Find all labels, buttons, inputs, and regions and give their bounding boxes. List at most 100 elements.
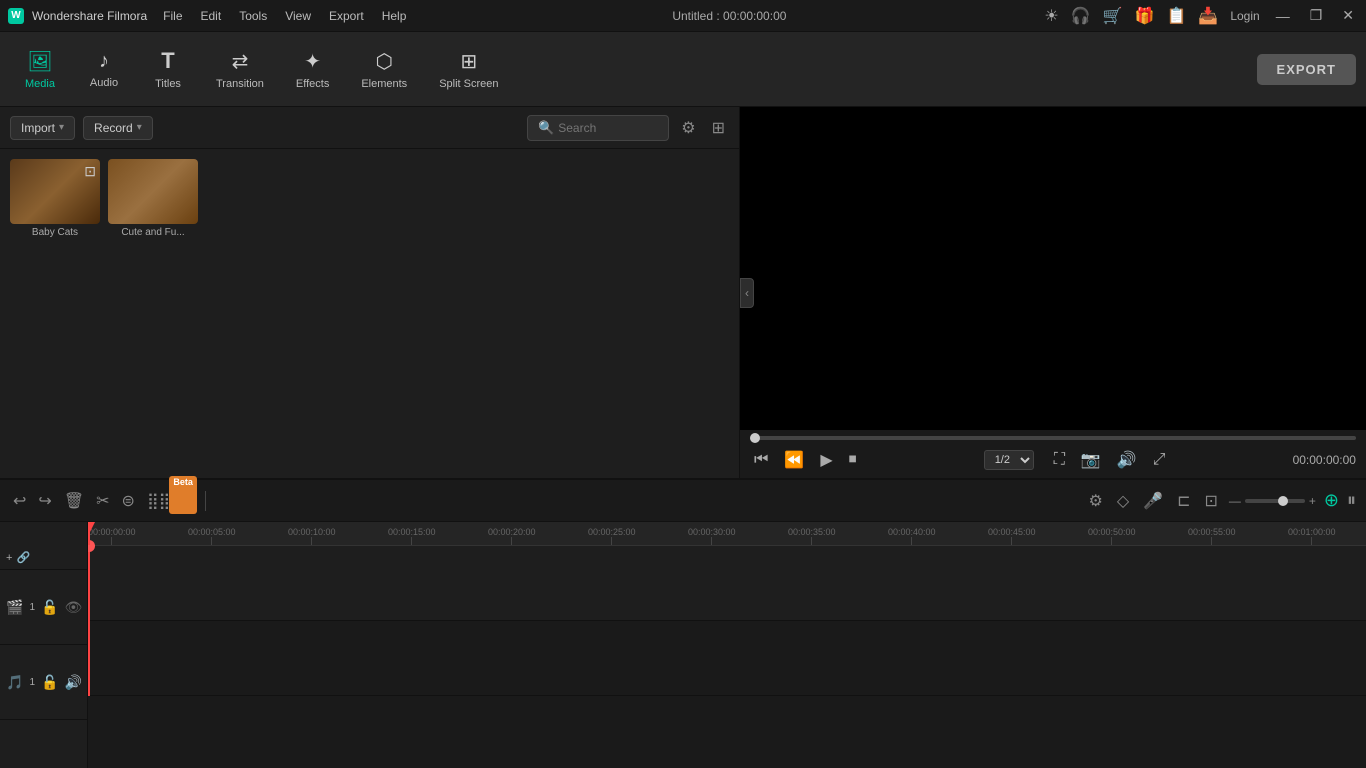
close-button[interactable]: ✕ [1338, 7, 1358, 24]
step-back-button[interactable]: ⏮ [750, 449, 772, 471]
snap-button[interactable]: ⚙ [1086, 488, 1106, 514]
pause-indicator[interactable]: ⏸ [1347, 490, 1356, 511]
menu-tools[interactable]: Tools [231, 7, 275, 25]
record-dropdown[interactable]: Record ▾ [83, 116, 153, 140]
timeline-right-tools: ⚙ ◇ 🎤 ⊏ ⊡ — + ⊕ ⏸ [1086, 488, 1357, 514]
toolbar-media[interactable]: 🖼 Media [10, 43, 70, 96]
frame-back-button[interactable]: ⏪ [780, 448, 808, 472]
link-icon[interactable]: 🔗 [16, 551, 30, 564]
title-bar-right: ☀ 🎧 🛒 🎁 📋 📥 Login — ❐ ✕ [1044, 6, 1358, 26]
zoom-in-button[interactable]: + [1309, 494, 1316, 508]
theme-icon[interactable]: ☀ [1044, 6, 1058, 26]
menu-edit[interactable]: Edit [193, 7, 230, 25]
timeline-area: ↩ ↪ 🗑 ✂ ⊜ ⣿⣿ Beta ⚙ ◇ 🎤 ⊏ ⊡ — + ⊕ ⏸ [0, 478, 1366, 768]
audio-eye-icon[interactable]: 🔊 [64, 674, 81, 691]
redo-button[interactable]: ↪ [35, 488, 54, 514]
toolbar-titles[interactable]: T Titles [138, 42, 198, 96]
toolbar-transition[interactable]: ⇄ Transition [202, 43, 278, 96]
headphones-icon[interactable]: 🎧 [1071, 6, 1091, 26]
playback-buttons: ⏮ ⏪ ▶ ⏹ 1/2 1/4 1/8 1 ⛶ 📷 🔊 ⤢ 00:00:00:0… [750, 448, 1356, 472]
audio-detach-button[interactable]: ⊏ [1174, 488, 1193, 514]
zoom-slider[interactable] [1245, 499, 1305, 503]
preview-panel: ⏮ ⏪ ▶ ⏹ 1/2 1/4 1/8 1 ⛶ 📷 🔊 ⤢ 00:00:00:0… [740, 107, 1366, 478]
preview-screen [740, 107, 1366, 430]
ruler-mark-5: 00:00:25:00 [588, 527, 636, 545]
media-panel: Import ▾ Record ▾ 🔍 ⚙ ⊞ ⊡ Baby Cats [0, 107, 740, 478]
fullscreen-icon[interactable]: ⛶ [1050, 449, 1069, 471]
stop-button[interactable]: ⏹ [845, 449, 861, 471]
playhead[interactable] [88, 522, 90, 545]
import-label: Import [21, 121, 55, 135]
undo-button[interactable]: ↩ [10, 488, 29, 514]
app-logo: W [8, 8, 24, 24]
record-label: Record [94, 121, 133, 135]
menu-file[interactable]: File [155, 7, 190, 25]
media-content: ⊡ Baby Cats Cute and Fu... [0, 149, 739, 478]
pip-icon[interactable]: ⤢ [1149, 449, 1170, 471]
media-item-baby-cats[interactable]: ⊡ Baby Cats [10, 159, 100, 238]
video-eye-icon[interactable]: 👁 [64, 599, 82, 616]
export-button[interactable]: EXPORT [1257, 54, 1356, 85]
menu-export[interactable]: Export [321, 7, 372, 25]
toolbar-effects[interactable]: ✦ Effects [282, 43, 343, 96]
toolbar-audio[interactable]: ♪ Audio [74, 44, 134, 95]
media-label: Media [25, 78, 55, 90]
zoom-slider-thumb[interactable] [1278, 496, 1288, 506]
delete-button[interactable]: 🗑 [61, 488, 87, 514]
ruler-mark-3: 00:00:15:00 [388, 527, 436, 545]
toolbar-elements[interactable]: ⬡ Elements [347, 43, 421, 96]
play-button[interactable]: ▶ [816, 448, 836, 472]
cut-button[interactable]: ✂ [93, 488, 112, 514]
filter-icon[interactable]: ⚙ [677, 114, 699, 142]
media-label-cute: Cute and Fu... [121, 227, 184, 238]
ruler-mark-2: 00:00:10:00 [288, 527, 336, 545]
effects-label: Effects [296, 78, 329, 90]
playback-progress[interactable] [750, 436, 1356, 440]
titles-label: Titles [155, 78, 181, 90]
ruler-mark-8: 00:00:40:00 [888, 527, 936, 545]
cart-icon[interactable]: 🛒 [1103, 6, 1123, 26]
login-button[interactable]: Login [1230, 9, 1259, 23]
audio-lock-icon[interactable]: 🔓 [41, 674, 58, 691]
speed-select[interactable]: 1/2 1/4 1/8 1 [984, 450, 1034, 470]
adjust-button[interactable]: ⊜ [119, 488, 138, 514]
zoom-out-button[interactable]: — [1229, 494, 1241, 508]
media-item-cute[interactable]: Cute and Fu... [108, 159, 198, 238]
clipboard-icon[interactable]: 📋 [1166, 6, 1186, 26]
import-arrow-icon: ▾ [59, 122, 64, 133]
import-dropdown[interactable]: Import ▾ [10, 116, 75, 140]
audio-label: Audio [90, 77, 118, 89]
search-input[interactable] [558, 121, 658, 135]
zoom-slider-wrap: — + [1229, 494, 1316, 508]
maximize-button[interactable]: ❐ [1306, 7, 1327, 24]
panel-toggle[interactable]: ‹ [740, 278, 754, 308]
menu-help[interactable]: Help [374, 7, 415, 25]
toolbar-separator [205, 491, 206, 511]
ruler-mark-7: 00:00:35:00 [788, 527, 836, 545]
download-icon[interactable]: 📥 [1198, 6, 1218, 26]
menu-view[interactable]: View [277, 7, 319, 25]
audio-track-lane [88, 621, 1366, 696]
transition-icon: ⇄ [232, 49, 249, 74]
ruler-mark-12: 00:01:00:00 [1288, 527, 1336, 545]
video-lock-icon[interactable]: 🔓 [41, 599, 58, 616]
search-box[interactable]: 🔍 [527, 115, 669, 141]
playback-thumb[interactable] [750, 433, 760, 443]
voiceover-button[interactable]: 🎤 [1140, 488, 1166, 514]
add-track-button[interactable]: ⊕ [1324, 490, 1339, 511]
splitscreen-label: Split Screen [439, 78, 498, 90]
toolbar-splitscreen[interactable]: ⊞ Split Screen [425, 43, 512, 96]
minimize-button[interactable]: — [1272, 8, 1294, 24]
add-media-icon[interactable]: + [6, 552, 12, 564]
keyframe-button[interactable]: ◇ [1114, 488, 1132, 514]
audio-stretch-wrap: ⣿⣿ Beta [144, 488, 197, 514]
gift-icon[interactable]: 🎁 [1135, 6, 1155, 26]
grid-view-icon[interactable]: ⊞ [708, 114, 729, 142]
screenshot-icon[interactable]: 📷 [1077, 448, 1105, 472]
ruler-mark-9: 00:00:45:00 [988, 527, 1036, 545]
menu-bar: File Edit Tools View Export Help [155, 7, 414, 25]
audio-track-header: 🎵 1 🔓 🔊 [0, 645, 87, 720]
pip-track-button[interactable]: ⊡ [1201, 488, 1220, 514]
title-bar: W Wondershare Filmora File Edit Tools Vi… [0, 0, 1366, 32]
volume-icon[interactable]: 🔊 [1113, 448, 1141, 472]
